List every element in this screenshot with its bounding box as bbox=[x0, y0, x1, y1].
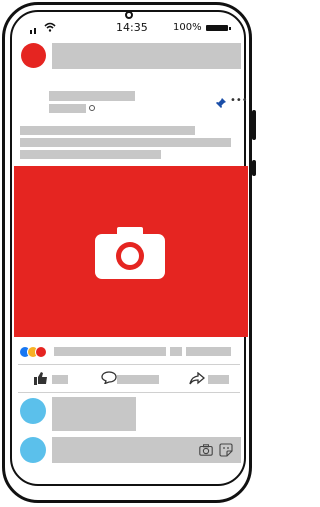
comment-button-label[interactable] bbox=[117, 375, 159, 384]
post-author-name[interactable] bbox=[49, 91, 135, 101]
post-text-line bbox=[20, 138, 231, 147]
comment-icon[interactable] bbox=[101, 371, 117, 384]
status-time: 14:35 bbox=[116, 21, 148, 34]
sticker-icon[interactable] bbox=[219, 443, 233, 457]
side-button bbox=[252, 160, 256, 176]
post-text-line bbox=[20, 126, 195, 135]
post-timestamp bbox=[49, 104, 86, 113]
side-button bbox=[252, 110, 256, 140]
comment-count[interactable] bbox=[170, 347, 182, 356]
share-button-label[interactable] bbox=[208, 375, 229, 384]
wifi-icon bbox=[44, 22, 56, 32]
battery-percent: 100% bbox=[173, 22, 202, 33]
comment-avatar[interactable] bbox=[20, 398, 46, 424]
camera-icon bbox=[95, 227, 165, 279]
globe-icon bbox=[89, 105, 95, 111]
reaction-summary[interactable] bbox=[19, 346, 53, 358]
signal-icon bbox=[30, 24, 44, 34]
post-text-line bbox=[20, 150, 161, 159]
share-count[interactable] bbox=[186, 347, 231, 356]
like-button-label[interactable] bbox=[52, 375, 68, 384]
avatar[interactable] bbox=[21, 43, 46, 68]
front-camera bbox=[125, 11, 133, 19]
divider bbox=[18, 392, 240, 393]
share-icon[interactable] bbox=[189, 372, 205, 385]
love-icon bbox=[35, 346, 47, 358]
like-icon[interactable] bbox=[34, 371, 48, 385]
avatar[interactable] bbox=[20, 437, 46, 463]
divider bbox=[18, 364, 240, 365]
comment-bubble[interactable] bbox=[52, 397, 136, 431]
more-icon[interactable]: ••• bbox=[230, 96, 248, 106]
pin-icon[interactable] bbox=[215, 97, 227, 109]
camera-icon[interactable] bbox=[199, 444, 213, 456]
composer-input[interactable] bbox=[52, 43, 241, 69]
reaction-count bbox=[54, 347, 166, 356]
battery-icon bbox=[206, 25, 231, 31]
